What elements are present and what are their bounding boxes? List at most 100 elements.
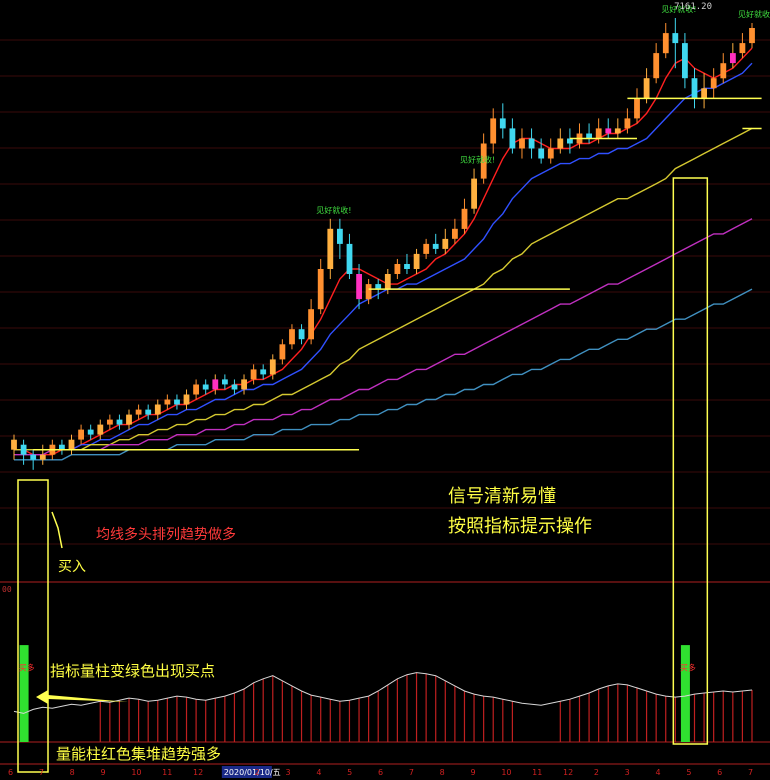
- bar-tag: 买多: [19, 663, 35, 673]
- candle-body: [461, 208, 468, 229]
- candle-body: [432, 243, 439, 249]
- buy-annotation: 买入: [58, 559, 86, 575]
- candle-body: [241, 379, 247, 390]
- chart-stage: 见好就收! 见好就收! 见好就收! 见好就收! 买多 买多 6 7 8 9 10 11 12 2020…: [0, 0, 770, 780]
- date-axis: 6 7 8 9 10 11 12 2020/01/10/五2 3 4 5 6 7 8 9 10 11 12 2 3 4 5…: [8, 766, 753, 778]
- date-tick: 12: [193, 768, 203, 777]
- candle-body: [279, 344, 286, 360]
- candle-body: [183, 394, 190, 405]
- candle-body: [605, 128, 612, 134]
- date-tick: 2020/01/10/五: [224, 768, 281, 777]
- date-tick: 9: [101, 768, 106, 777]
- candle-body: [653, 53, 660, 79]
- date-tick: 6: [717, 768, 722, 777]
- candle-body: [59, 444, 65, 450]
- candle-body: [557, 138, 564, 149]
- candle-body: [595, 128, 602, 139]
- date-tick: 7: [748, 768, 753, 777]
- candle-body: [20, 444, 27, 455]
- candle-body: [289, 329, 295, 345]
- red-bar-annotation: 量能柱红色集堆趋势强多: [56, 745, 222, 763]
- candle-body: [499, 118, 506, 129]
- candle-body: [672, 33, 679, 44]
- candle-body: [87, 429, 94, 435]
- ma-line-1: [14, 47, 753, 456]
- candle-body: [145, 409, 152, 415]
- date-tick: 7: [39, 768, 44, 777]
- candle-body: [614, 128, 621, 134]
- candle-body: [701, 88, 707, 99]
- candle-body: [547, 148, 554, 159]
- candle-body: [337, 228, 343, 244]
- candle-body: [394, 264, 401, 274]
- candle-body: [269, 359, 276, 375]
- candle-body: [471, 178, 477, 209]
- date-tick: 10: [501, 768, 511, 777]
- candle-body: [691, 78, 698, 99]
- candle-body: [317, 269, 324, 310]
- candle-body: [193, 384, 199, 395]
- date-tick: 6: [378, 768, 383, 777]
- green-bar-annotation: 指标量柱变绿色出现买点: [50, 662, 216, 680]
- candle-body: [356, 274, 362, 300]
- candle-body: [730, 53, 736, 64]
- signal-annotation-line2: 按照指标提示操作: [448, 516, 592, 537]
- candle-body: [30, 454, 37, 460]
- signal-annotation-line1: 信号清新易懂: [448, 486, 556, 507]
- candle-body: [710, 78, 717, 89]
- candle-body: [97, 424, 104, 435]
- candle-body: [174, 399, 180, 405]
- candle-body: [116, 419, 123, 425]
- ma-line-5: [14, 288, 753, 461]
- date-tick: 5: [686, 768, 691, 777]
- candle-body: [298, 329, 305, 340]
- candle-body: [365, 284, 372, 300]
- moving-average-lines: [14, 47, 753, 461]
- candle-body: [68, 439, 75, 450]
- candle-body: [634, 98, 640, 119]
- signal-label: 见好就收!: [460, 155, 495, 165]
- date-tick: 8: [440, 768, 445, 777]
- candle-body: [567, 138, 573, 144]
- date-tick: 4: [656, 768, 661, 777]
- candle-body: [490, 118, 497, 144]
- signal-label: 见好就收!: [738, 9, 770, 19]
- candle-body: [528, 138, 535, 149]
- candle-body: [538, 148, 545, 159]
- candle-body: [662, 33, 669, 54]
- date-tick: 3: [286, 768, 291, 777]
- indicator-bar-green: [680, 645, 690, 742]
- candle-body: [39, 454, 46, 460]
- grid: [0, 39, 770, 765]
- candle-body: [308, 309, 314, 340]
- date-tick: 3: [625, 768, 630, 777]
- candle-body: [442, 238, 449, 249]
- candle-body: [682, 43, 688, 79]
- candle-body: [452, 228, 458, 239]
- bar-tag: 买多: [680, 663, 696, 673]
- signal-label: 见好就收!: [316, 205, 351, 215]
- date-tick: 5: [347, 768, 352, 777]
- candle-body: [384, 274, 391, 290]
- date-tick: 2: [594, 768, 599, 777]
- price-readout: 7161.20: [674, 2, 712, 12]
- candle-body: [509, 128, 516, 149]
- candle-body: [346, 243, 353, 274]
- candle-body: [250, 369, 257, 380]
- date-tick: 11: [162, 768, 172, 777]
- candle-body: [423, 243, 430, 254]
- candle-body: [202, 384, 209, 390]
- date-tick: 9: [471, 768, 476, 777]
- candle-body: [11, 439, 17, 450]
- candle-body: [404, 264, 410, 269]
- candle-body: [135, 409, 142, 415]
- candle-body: [164, 399, 171, 405]
- buy-arrow: [51, 511, 63, 549]
- date-tick: 8: [70, 768, 75, 777]
- candle-body: [212, 379, 219, 390]
- indicator-bar-green: [19, 645, 29, 742]
- date-tick: 10: [131, 768, 141, 777]
- highlight-boxes: [17, 177, 709, 773]
- candle-body: [413, 253, 420, 269]
- date-tick: 11: [532, 768, 542, 777]
